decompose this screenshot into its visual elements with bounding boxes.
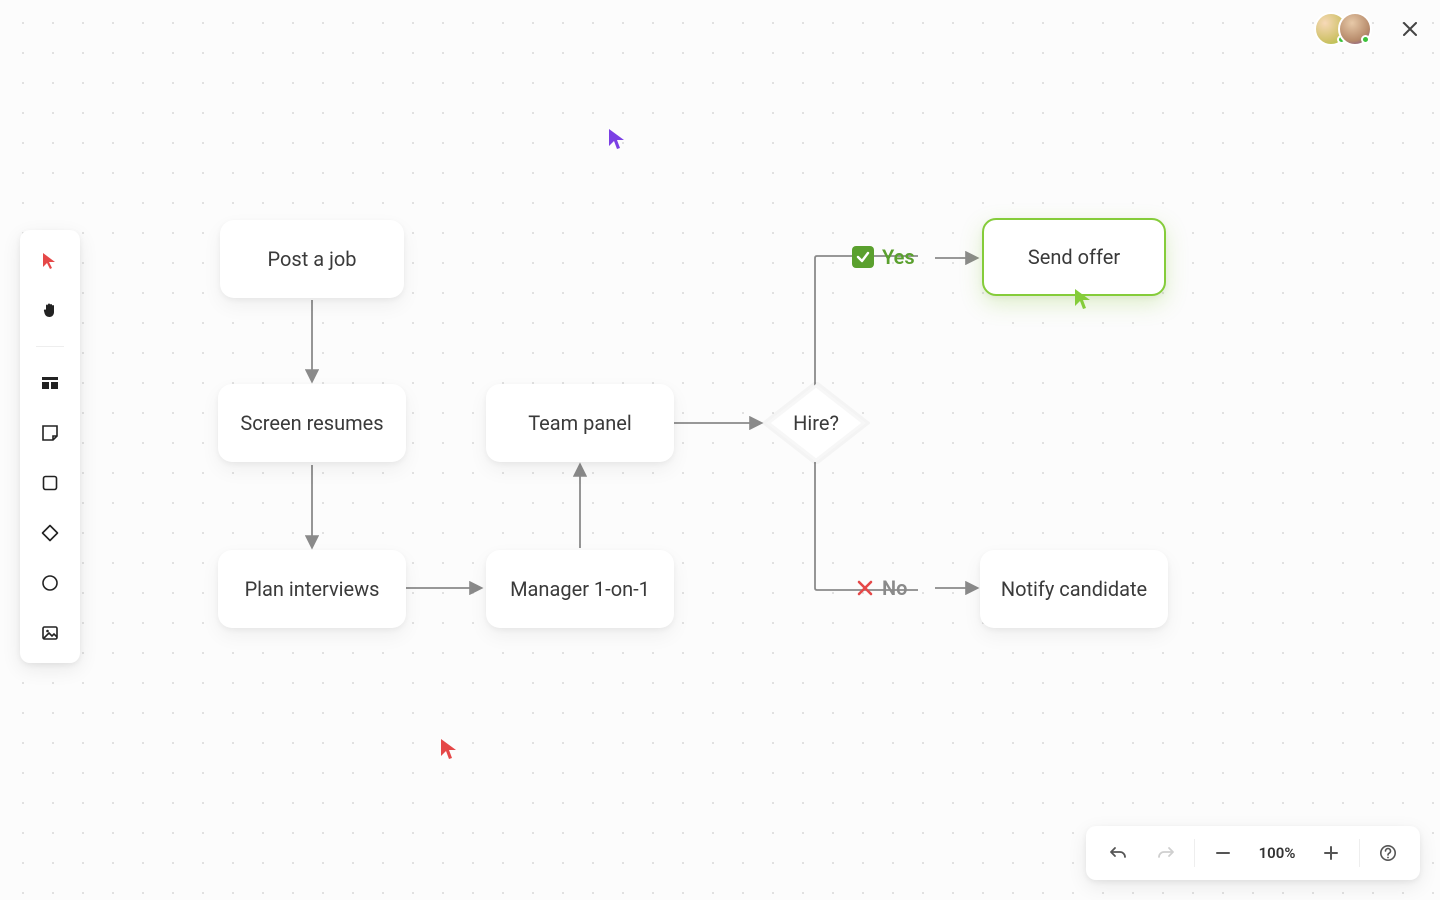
node-label: Plan interviews — [245, 577, 380, 601]
zoom-toolbar: 100% — [1086, 826, 1420, 880]
collab-cursor-red — [440, 738, 458, 760]
branch-label-no[interactable]: No — [856, 576, 907, 600]
zoom-out-button[interactable] — [1199, 832, 1247, 874]
minus-icon — [1214, 844, 1232, 862]
node-plan-interviews[interactable]: Plan interviews — [218, 550, 406, 628]
branch-label-yes[interactable]: Yes — [852, 245, 915, 269]
node-manager-1on1[interactable]: Manager 1-on-1 — [486, 550, 674, 628]
node-label: Hire? — [762, 382, 870, 464]
cursor-icon — [1074, 288, 1092, 310]
node-hire-decision[interactable]: Hire? — [762, 382, 870, 464]
node-label: Screen resumes — [240, 411, 383, 435]
node-team-panel[interactable]: Team panel — [486, 384, 674, 462]
undo-button[interactable] — [1094, 832, 1142, 874]
node-notify-candidate[interactable]: Notify candidate — [980, 550, 1168, 628]
cursor-icon — [440, 738, 458, 760]
collab-cursor-green — [1074, 288, 1092, 310]
node-label: Post a job — [268, 247, 357, 271]
node-label: Manager 1-on-1 — [510, 577, 650, 601]
node-post-job[interactable]: Post a job — [220, 220, 404, 298]
plus-icon — [1322, 844, 1340, 862]
help-icon — [1379, 844, 1397, 862]
node-send-offer[interactable]: Send offer — [982, 218, 1166, 296]
branch-text: No — [882, 576, 907, 600]
zoom-level[interactable]: 100% — [1247, 844, 1307, 862]
node-label: Send offer — [1028, 245, 1120, 269]
x-mark-icon — [856, 579, 874, 597]
redo-button[interactable] — [1142, 832, 1190, 874]
separator — [1359, 839, 1360, 867]
canvas[interactable]: Post a job Screen resumes Plan interview… — [0, 0, 1440, 900]
separator — [1194, 839, 1195, 867]
cursor-icon — [608, 128, 626, 150]
branch-text: Yes — [882, 245, 915, 269]
checkbox-checked-icon — [852, 246, 874, 268]
node-label: Notify candidate — [1001, 577, 1147, 601]
zoom-in-button[interactable] — [1307, 832, 1355, 874]
help-button[interactable] — [1364, 832, 1412, 874]
node-label: Team panel — [528, 411, 632, 435]
node-screen-resumes[interactable]: Screen resumes — [218, 384, 406, 462]
undo-icon — [1109, 844, 1127, 862]
connector-layer — [0, 0, 1440, 900]
collab-cursor-purple — [608, 128, 626, 150]
redo-icon — [1157, 844, 1175, 862]
